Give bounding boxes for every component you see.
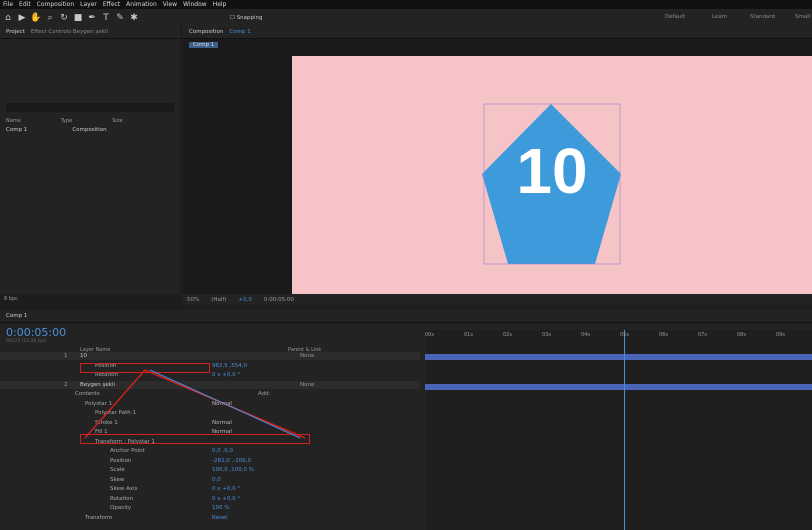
project-panel: Project Effect Controls Beygen şekli Nam… bbox=[0, 26, 180, 302]
hand-tool-icon[interactable]: ✋ bbox=[30, 12, 42, 24]
project-search-input[interactable] bbox=[6, 103, 174, 112]
col-name: Name bbox=[6, 118, 21, 124]
project-columns: Name Type Size bbox=[6, 118, 174, 124]
composition-name: Comp 1 bbox=[229, 29, 251, 35]
annotation-arrows bbox=[84, 369, 306, 439]
tick-08s: 08s bbox=[737, 332, 746, 338]
tick-01s: 01s bbox=[464, 332, 473, 338]
comp-breadcrumb[interactable]: Comp 1 bbox=[189, 42, 219, 48]
composition-viewer: Composition Comp 1 Comp 1 10 50% (Half) … bbox=[183, 26, 812, 305]
viewer-time[interactable]: 0:00:05:00 bbox=[264, 297, 294, 303]
tick-05s: 05s bbox=[620, 332, 629, 338]
home-icon[interactable]: ⌂ bbox=[2, 12, 14, 24]
menu-bar: File Edit Composition Layer Effect Animation V… bbox=[0, 0, 812, 9]
menu-effect[interactable]: Effect bbox=[103, 1, 120, 8]
menu-composition[interactable]: Composition bbox=[37, 1, 74, 8]
project-tab[interactable]: Project bbox=[6, 29, 25, 35]
type-tool-icon[interactable]: T bbox=[100, 12, 112, 24]
tick-06s: 06s bbox=[659, 332, 668, 338]
item-type: Composition bbox=[72, 127, 107, 133]
tools-toolbar: ⌂ ▶ ✋ ⌕ ↻ ■ ✒ T ✎ ✱ ☐ Snapping Default L… bbox=[0, 9, 812, 26]
tick-07s: 07s bbox=[698, 332, 707, 338]
zoom-tool-icon[interactable]: ⌕ bbox=[44, 12, 56, 24]
zoom-select[interactable]: 50% bbox=[187, 297, 199, 303]
workspace-standard[interactable]: Standard bbox=[750, 14, 775, 20]
menu-view[interactable]: View bbox=[163, 1, 177, 8]
tick-09s: 09s bbox=[776, 332, 785, 338]
layer-bar-2[interactable] bbox=[425, 384, 812, 390]
rotate-tool-icon[interactable]: ↻ bbox=[58, 12, 70, 24]
project-footer: 8 bpc bbox=[4, 296, 180, 302]
snapping-toggle[interactable]: ☐ Snapping bbox=[230, 15, 263, 21]
menu-edit[interactable]: Edit bbox=[19, 1, 31, 8]
viewer-footer: 50% (Half) +0,0 0:00:05:00 bbox=[183, 294, 812, 305]
project-item[interactable]: Comp 1 Composition bbox=[6, 127, 174, 133]
menu-help[interactable]: Help bbox=[213, 1, 227, 8]
menu-window[interactable]: Window bbox=[183, 1, 207, 8]
selection-tool-icon[interactable]: ▶ bbox=[16, 12, 28, 24]
playhead[interactable] bbox=[624, 330, 625, 530]
puppet-tool-icon[interactable]: ✱ bbox=[128, 12, 140, 24]
timeline-panel: Comp 1 0:00:05:00 00125 (25.00 fps) Laye… bbox=[0, 310, 812, 530]
bpc-label[interactable]: 8 bpc bbox=[4, 296, 18, 302]
brush-tool-icon[interactable]: ✎ bbox=[114, 12, 126, 24]
item-name: Comp 1 bbox=[6, 127, 28, 133]
pen-tool-icon[interactable]: ✒ bbox=[86, 12, 98, 24]
timeline-graph[interactable] bbox=[425, 330, 812, 530]
menu-animation[interactable]: Animation bbox=[126, 1, 157, 8]
tick-03s: 03s bbox=[542, 332, 551, 338]
effect-controls-tab[interactable]: Effect Controls Beygen şekli bbox=[31, 29, 108, 35]
comp-canvas[interactable]: 10 bbox=[292, 56, 812, 294]
tick-02s: 02s bbox=[503, 332, 512, 338]
tick-00s: 00s bbox=[425, 332, 434, 338]
col-type: Type bbox=[60, 118, 73, 124]
menu-layer[interactable]: Layer bbox=[80, 1, 97, 8]
layer-bar-1[interactable] bbox=[425, 354, 812, 360]
workspace-small[interactable]: Small bbox=[795, 14, 810, 20]
shape-tool-icon[interactable]: ■ bbox=[72, 12, 84, 24]
exposure-value[interactable]: +0,0 bbox=[239, 297, 252, 303]
composition-tab[interactable]: Composition bbox=[189, 29, 223, 35]
workspace-default[interactable]: Default bbox=[665, 14, 685, 20]
time-ruler[interactable]: 00s 01s 02s 03s 04s 05s 06s 07s 08s 09s bbox=[425, 332, 812, 340]
col-size: Size bbox=[112, 118, 123, 124]
text-layer-10[interactable]: 10 bbox=[482, 134, 622, 208]
tick-04s: 04s bbox=[581, 332, 590, 338]
menu-file[interactable]: File bbox=[3, 1, 13, 8]
snapping-label: Snapping bbox=[236, 14, 263, 21]
quality-select[interactable]: (Half) bbox=[211, 297, 226, 303]
workspace-learn[interactable]: Learn bbox=[712, 14, 727, 20]
